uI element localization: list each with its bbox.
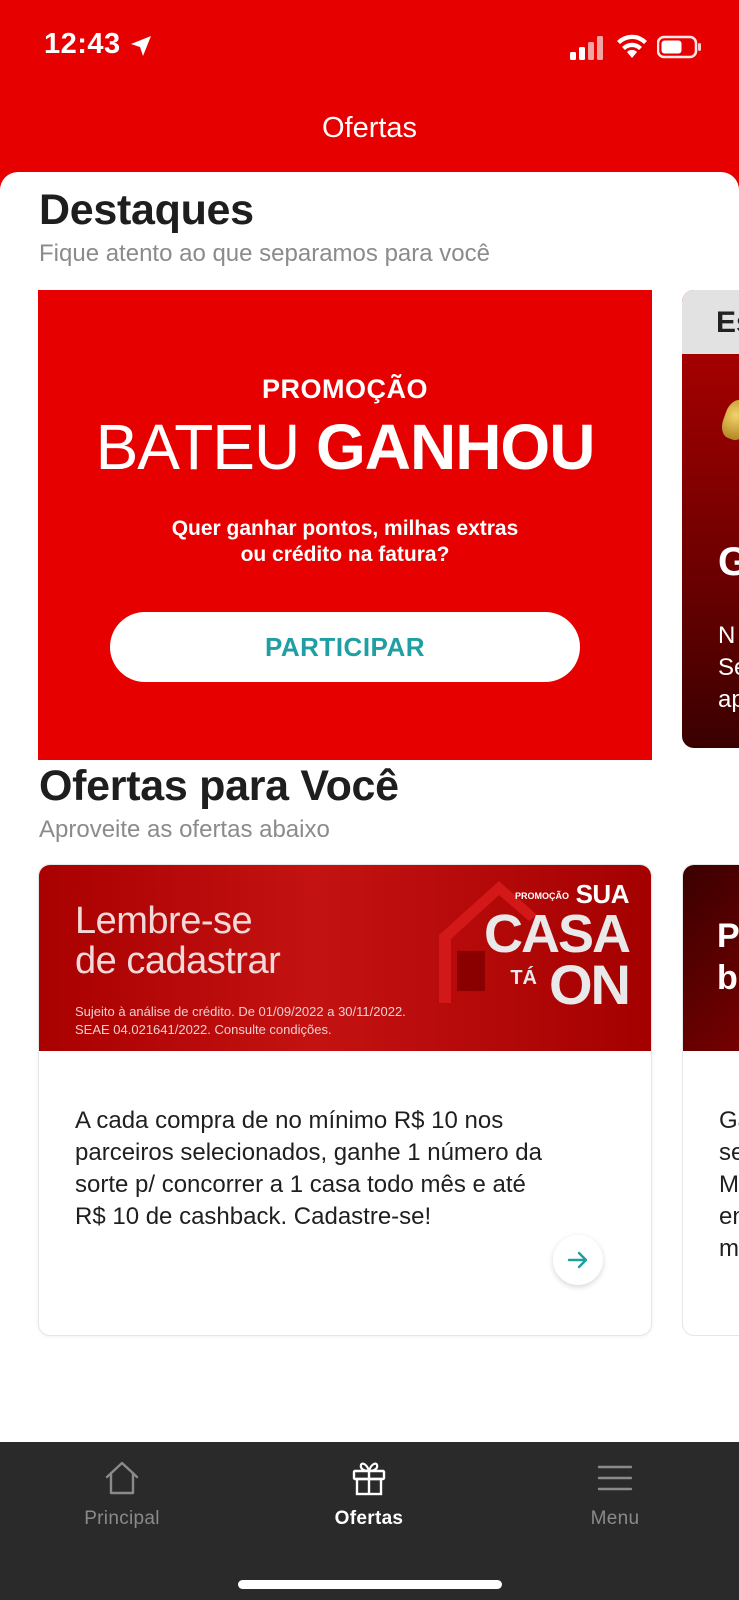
- gold-decoration: [717, 396, 739, 444]
- offers-subtitle: Aproveite as ofertas abaixo: [39, 816, 330, 843]
- peek-card-text: N Se ap: [718, 620, 739, 716]
- tab-ofertas[interactable]: Ofertas: [269, 1458, 469, 1558]
- logo-ta: TÁ: [510, 967, 537, 989]
- peek-banner-line: b: [717, 959, 738, 997]
- highlights-title: Destaques: [39, 186, 254, 234]
- tab-bar: Principal Ofertas Menu: [0, 1442, 739, 1600]
- home-indicator: [238, 1580, 502, 1589]
- highlights-subtitle: Fique atento ao que separamos para você: [39, 240, 490, 267]
- promo-kicker: PROMOÇÃO: [262, 374, 428, 404]
- promo-desc-line1: Quer ganhar pontos, milhas extras: [171, 517, 519, 540]
- participar-button[interactable]: PARTICIPAR: [110, 612, 580, 682]
- peek-card-header-text: Es: [716, 306, 739, 339]
- offer-description: A cada compra de no mínimo R$ 10 nos par…: [75, 1107, 542, 1230]
- promo-title: BATEU GANHOU: [38, 410, 652, 484]
- home-icon: [105, 1461, 139, 1495]
- peek-banner-line: P: [717, 917, 739, 955]
- promo-title-part1: BATEU: [95, 411, 316, 483]
- offer-banner-line: Lembre-se: [75, 900, 253, 942]
- peek-text-line: se: [719, 1139, 739, 1166]
- promo-title-part2: GANHOU: [315, 411, 595, 483]
- peek-text-line: N: [718, 622, 736, 649]
- peek-text-line: m: [719, 1235, 739, 1262]
- logo-on: ON: [549, 953, 631, 1016]
- location-arrow-icon: [131, 36, 151, 56]
- status-time: 12:43: [44, 28, 121, 60]
- peek-offer-banner-text: P b: [717, 915, 739, 999]
- status-bar: 12:43: [0, 0, 739, 96]
- offer-banner: Lembre-se de cadastrar Sujeito à análise…: [39, 865, 651, 1051]
- peek-card-header: Es: [682, 290, 739, 354]
- wifi-icon: [617, 34, 647, 58]
- highlight-card-next[interactable]: Es G N Se ap: [682, 290, 739, 748]
- sua-casa-ta-on-logo: PROMOÇÃO SUA CASA TÁ ON: [484, 877, 631, 1027]
- offer-banner-line: de cadastrar: [75, 940, 281, 982]
- logo-promocao: PROMOÇÃO: [515, 891, 569, 901]
- tab-menu[interactable]: Menu: [515, 1458, 715, 1558]
- peek-offer-banner: P b: [683, 865, 739, 1051]
- offer-card-sua-casa-ta-on[interactable]: Lembre-se de cadastrar Sujeito à análise…: [38, 864, 652, 1336]
- battery-icon: [657, 35, 701, 59]
- promo-description: Quer ganhar pontos, milhas extras ou cré…: [38, 516, 652, 568]
- offer-banner-legal: Sujeito à análise de crédito. De 01/09/2…: [75, 1003, 406, 1039]
- promo-banner-bateu-ganhou[interactable]: PROMOÇÃO BATEU GANHOU Quer ganhar pontos…: [38, 290, 652, 760]
- tab-label: Menu: [590, 1508, 640, 1529]
- tab-label: Principal: [84, 1508, 160, 1529]
- peek-text-line: en: [719, 1203, 739, 1230]
- menu-icon: [597, 1465, 633, 1491]
- peek-card-title: G: [718, 540, 739, 584]
- tab-label: Ofertas: [334, 1508, 404, 1529]
- peek-offer-text: Ga se M en m: [719, 1105, 739, 1265]
- signal-icon: [570, 36, 603, 60]
- peek-text-line: ap: [718, 686, 739, 713]
- tab-principal[interactable]: Principal: [22, 1458, 222, 1558]
- arrow-right-icon: [567, 1251, 588, 1269]
- offer-card-next[interactable]: P b Ga se M en m: [682, 864, 739, 1336]
- legal-line: SEAE 04.021641/2022. Consulte condições.: [75, 1022, 332, 1037]
- content-panel: Destaques Fique atento ao que separamos …: [0, 172, 739, 1442]
- offer-banner-title: Lembre-se de cadastrar: [75, 900, 281, 982]
- offers-title: Ofertas para Você: [39, 762, 399, 810]
- gift-icon: [352, 1462, 386, 1496]
- peek-text-line: Ga: [719, 1107, 739, 1134]
- peek-text-line: M: [719, 1171, 739, 1198]
- promo-desc-line2: ou crédito na fatura?: [240, 543, 450, 566]
- offer-arrow-button[interactable]: [553, 1235, 603, 1285]
- legal-line: Sujeito à análise de crédito. De 01/09/2…: [75, 1004, 406, 1019]
- page-title: Ofertas: [321, 112, 418, 144]
- peek-text-line: Se: [718, 654, 739, 681]
